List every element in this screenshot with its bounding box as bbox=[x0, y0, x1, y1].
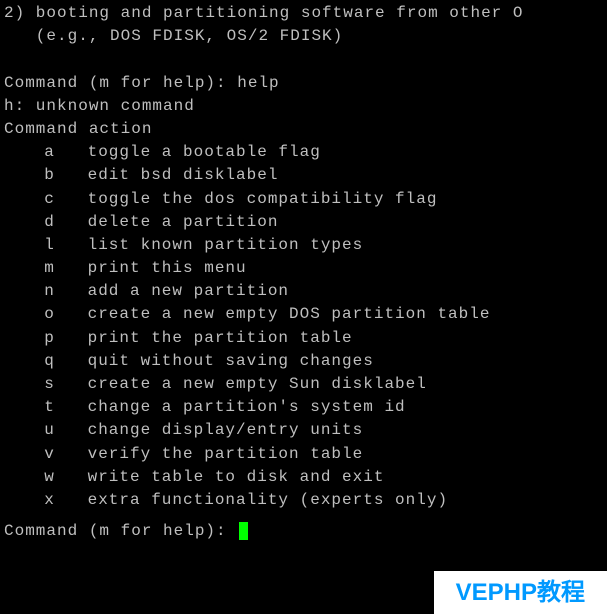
watermark-label: VEPHP教程 bbox=[434, 571, 607, 614]
command-row-b: b edit bsd disklabel bbox=[4, 164, 603, 187]
command-key: x bbox=[33, 489, 67, 512]
command-key: t bbox=[33, 396, 67, 419]
command-key: p bbox=[33, 327, 67, 350]
command-desc: edit bsd disklabel bbox=[88, 166, 279, 184]
command-desc: list known partition types bbox=[88, 236, 364, 254]
command-key: d bbox=[33, 211, 67, 234]
typed-input-1: help bbox=[237, 74, 279, 92]
command-key: w bbox=[33, 466, 67, 489]
command-desc: toggle a bootable flag bbox=[88, 143, 321, 161]
command-row-q: q quit without saving changes bbox=[4, 350, 603, 373]
command-key: v bbox=[33, 443, 67, 466]
command-key: a bbox=[33, 141, 67, 164]
command-desc: delete a partition bbox=[88, 213, 279, 231]
command-row-v: v verify the partition table bbox=[4, 443, 603, 466]
command-desc: create a new empty DOS partition table bbox=[88, 305, 491, 323]
command-key: b bbox=[33, 164, 67, 187]
command-row-d: d delete a partition bbox=[4, 211, 603, 234]
command-row-p: p print the partition table bbox=[4, 327, 603, 350]
command-row-u: u change display/entry units bbox=[4, 419, 603, 442]
command-key: u bbox=[33, 419, 67, 442]
command-row-t: t change a partition's system id bbox=[4, 396, 603, 419]
command-desc: toggle the dos compatibility flag bbox=[88, 190, 438, 208]
command-desc: verify the partition table bbox=[88, 445, 364, 463]
command-key: o bbox=[33, 303, 67, 326]
command-desc: print the partition table bbox=[88, 329, 353, 347]
command-row-a: a toggle a bootable flag bbox=[4, 141, 603, 164]
command-row-o: o create a new empty DOS partition table bbox=[4, 303, 603, 326]
prompt-line-1: Command (m for help): help bbox=[4, 72, 603, 95]
command-desc: extra functionality (experts only) bbox=[88, 491, 448, 509]
command-desc: change a partition's system id bbox=[88, 398, 406, 416]
prompt-text-1: Command (m for help): bbox=[4, 74, 237, 92]
command-desc: quit without saving changes bbox=[88, 352, 374, 370]
command-desc: write table to disk and exit bbox=[88, 468, 385, 486]
command-row-x: x extra functionality (experts only) bbox=[4, 489, 603, 512]
command-key: s bbox=[33, 373, 67, 396]
command-desc: create a new empty Sun disklabel bbox=[88, 375, 427, 393]
error-line: h: unknown command bbox=[4, 95, 603, 118]
command-key: m bbox=[33, 257, 67, 280]
blank-line bbox=[4, 48, 603, 71]
prompt-line-2[interactable]: Command (m for help): bbox=[4, 520, 603, 543]
command-key: c bbox=[33, 188, 67, 211]
prompt-text-2: Command (m for help): bbox=[4, 522, 237, 540]
command-desc: change display/entry units bbox=[88, 421, 364, 439]
command-row-m: m print this menu bbox=[4, 257, 603, 280]
command-key: l bbox=[33, 234, 67, 257]
command-action-title: Command action bbox=[4, 118, 603, 141]
cursor-icon bbox=[239, 522, 248, 540]
command-key: q bbox=[33, 350, 67, 373]
command-row-l: l list known partition types bbox=[4, 234, 603, 257]
header-line-2: (e.g., DOS FDISK, OS/2 FDISK) bbox=[4, 25, 603, 48]
command-desc: add a new partition bbox=[88, 282, 289, 300]
header-line-1: 2) booting and partitioning software fro… bbox=[4, 2, 603, 25]
command-row-c: c toggle the dos compatibility flag bbox=[4, 188, 603, 211]
command-row-n: n add a new partition bbox=[4, 280, 603, 303]
command-key: n bbox=[33, 280, 67, 303]
command-desc: print this menu bbox=[88, 259, 247, 277]
command-row-w: w write table to disk and exit bbox=[4, 466, 603, 489]
command-row-s: s create a new empty Sun disklabel bbox=[4, 373, 603, 396]
